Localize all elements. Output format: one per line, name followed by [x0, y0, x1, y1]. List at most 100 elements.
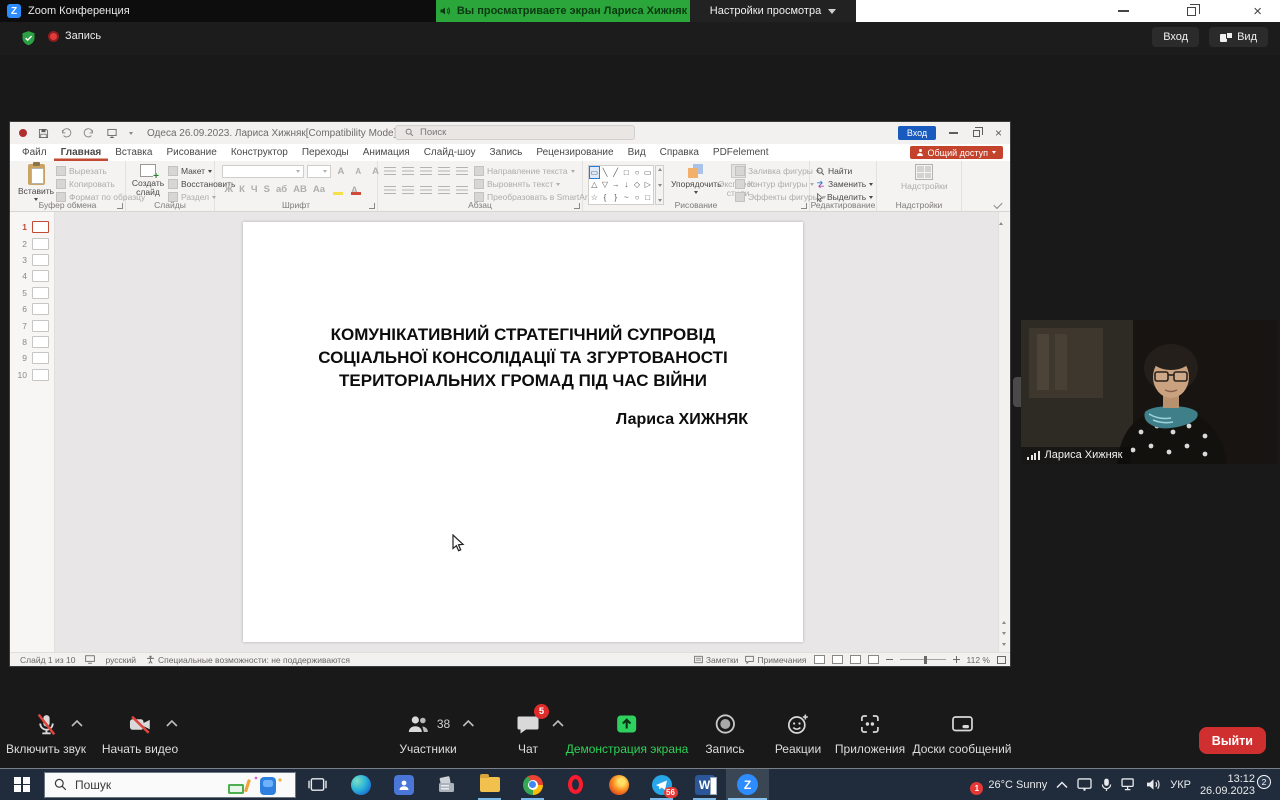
taskbar-chrome[interactable] — [511, 769, 554, 800]
new-slide-button[interactable]: Создать слайд — [131, 164, 165, 197]
record-button[interactable]: Запись — [705, 710, 744, 756]
chat-button[interactable]: 5 Чат — [516, 710, 540, 756]
font-name-combo[interactable] — [222, 165, 304, 178]
view-button[interactable]: Вид — [1209, 27, 1268, 47]
slide-thumbnail-2[interactable]: 2 — [10, 235, 54, 251]
close-icon[interactable]: × — [995, 126, 1002, 140]
font-style-icon[interactable]: К — [237, 184, 248, 195]
taskbar-telegram[interactable]: 56 — [640, 769, 683, 800]
slide-thumbnail-3[interactable]: 3 — [10, 252, 54, 268]
share-document-button[interactable]: Общий доступ — [910, 146, 1003, 159]
close-icon[interactable]: × — [1253, 4, 1262, 19]
replace-button[interactable]: Заменить — [816, 179, 873, 189]
security-shield-icon[interactable] — [20, 30, 37, 47]
text-direction-button[interactable]: Направление текста — [474, 166, 575, 176]
search-input[interactable]: Поиск — [395, 125, 635, 140]
participants-button[interactable]: 38 Участники — [399, 710, 456, 756]
chevron-up-icon[interactable] — [552, 720, 564, 727]
microphone-tray-icon[interactable] — [1101, 778, 1112, 792]
dialog-launcher-icon[interactable] — [574, 203, 580, 209]
slide-thumbnail-10[interactable]: 10 — [10, 367, 54, 383]
slide-sorter-button[interactable] — [832, 655, 843, 664]
language-indicator[interactable]: русский — [105, 655, 136, 665]
accessibility-status[interactable]: Специальные возможности: не поддерживают… — [146, 655, 350, 665]
tab-view[interactable]: Вид — [621, 144, 653, 161]
start-button[interactable] — [0, 769, 44, 800]
tab-record[interactable]: Запись — [483, 144, 530, 161]
start-video-button[interactable]: Начать видео — [102, 710, 178, 756]
shape-cell[interactable]: ○ — [632, 166, 643, 179]
network-icon[interactable] — [1121, 778, 1137, 791]
tab-slideshow[interactable]: Слайд-шоу — [417, 144, 483, 161]
tab-file[interactable]: Файл — [15, 144, 54, 161]
taskbar-search-input[interactable]: Пошук — [44, 772, 296, 798]
tab-animations[interactable]: Анимация — [356, 144, 417, 161]
find-button[interactable]: Найти — [816, 166, 852, 176]
hidden-icons-chevron[interactable] — [1056, 781, 1068, 789]
align-right-icon[interactable] — [420, 186, 432, 196]
shapes-gallery[interactable]: ▭╲╱□○▭△▽→↓◇▷☆{}~○□ — [588, 165, 654, 205]
bullets-icon[interactable] — [384, 167, 396, 177]
indent-icon[interactable] — [438, 167, 450, 177]
apps-button[interactable]: Приложения — [835, 710, 905, 756]
taskbar-word[interactable]: W — [683, 769, 726, 800]
restore-icon[interactable] — [973, 130, 980, 137]
paste-button[interactable]: Вставить — [18, 164, 54, 201]
shapes-gallery-scrollbar[interactable] — [655, 165, 664, 205]
numbering-icon[interactable] — [402, 167, 414, 177]
weather-label[interactable]: 26°C Sunny — [988, 779, 1047, 791]
align-center-icon[interactable] — [402, 186, 414, 196]
tab-transitions[interactable]: Переходы — [295, 144, 356, 161]
leave-meeting-button[interactable]: Выйти — [1199, 727, 1266, 754]
shape-fill-button[interactable]: Заливка фигуры — [735, 166, 820, 176]
font-style-icon[interactable]: Ч — [248, 184, 260, 195]
shape-cell[interactable]: ◇ — [632, 179, 643, 192]
scroll-up-icon[interactable] — [999, 212, 1003, 225]
shape-outline-button[interactable]: Контур фигуры — [735, 179, 814, 189]
align-left-icon[interactable] — [384, 186, 396, 196]
tab-help[interactable]: Справка — [653, 144, 706, 161]
undo-icon[interactable] — [60, 128, 72, 139]
font-color-icon[interactable]: А — [351, 185, 361, 195]
reactions-button[interactable]: Реакции — [775, 710, 821, 756]
slide-thumbnail-4[interactable]: 4 — [10, 268, 54, 284]
comments-button[interactable]: Примечания — [745, 655, 806, 665]
font-style-icon[interactable]: S — [261, 184, 272, 195]
next-slide-icon[interactable] — [1002, 632, 1006, 635]
font-style-icon[interactable]: Ж — [222, 184, 236, 195]
previous-slide-icon[interactable] — [1002, 621, 1006, 624]
addins-button[interactable]: Надстройки — [901, 164, 948, 191]
canvas-scrollbar[interactable] — [998, 212, 1009, 652]
font-style-icon[interactable]: Аа — [310, 184, 327, 195]
scroll-down-icon[interactable] — [1002, 643, 1006, 646]
task-view-button[interactable] — [296, 769, 339, 800]
increase-font-icon[interactable]: А — [335, 166, 347, 177]
redo-icon[interactable] — [83, 128, 95, 139]
slideshow-button[interactable] — [868, 655, 879, 664]
tab-review[interactable]: Рецензирование — [529, 144, 620, 161]
dialog-launcher-icon[interactable] — [117, 203, 123, 209]
tab-pdfelement[interactable]: PDFelement — [706, 144, 776, 161]
line-spacing-icon[interactable] — [456, 167, 468, 177]
slide-thumbnail-9[interactable]: 9 — [10, 350, 54, 366]
zoom-out-icon[interactable] — [886, 659, 893, 660]
chevron-up-icon[interactable] — [71, 720, 83, 727]
mute-button[interactable]: Включить звук — [6, 710, 86, 756]
save-icon[interactable] — [38, 128, 49, 139]
shape-cell[interactable]: ▽ — [600, 179, 611, 192]
share-screen-button[interactable]: Демонстрация экрана — [566, 710, 689, 756]
zoom-level[interactable]: 112 % — [967, 655, 990, 665]
shape-cell[interactable]: → — [610, 179, 621, 192]
touch-mode-icon[interactable] — [106, 128, 118, 139]
layout-button[interactable]: Макет — [168, 166, 212, 176]
shape-cell[interactable]: ↓ — [621, 179, 632, 192]
highlight-pen-icon[interactable] — [333, 185, 343, 195]
font-size-combo[interactable] — [307, 165, 331, 178]
chevron-up-icon[interactable] — [462, 720, 474, 727]
cut-button[interactable]: Вырезать — [56, 166, 107, 176]
font-style-icon[interactable]: аб — [273, 184, 289, 195]
align-text-button[interactable]: Выровнять текст — [474, 179, 560, 189]
arrange-button[interactable]: Упорядочить — [671, 164, 722, 194]
tab-design[interactable]: Конструктор — [224, 144, 295, 161]
zoom-slider-knob[interactable] — [924, 656, 927, 664]
